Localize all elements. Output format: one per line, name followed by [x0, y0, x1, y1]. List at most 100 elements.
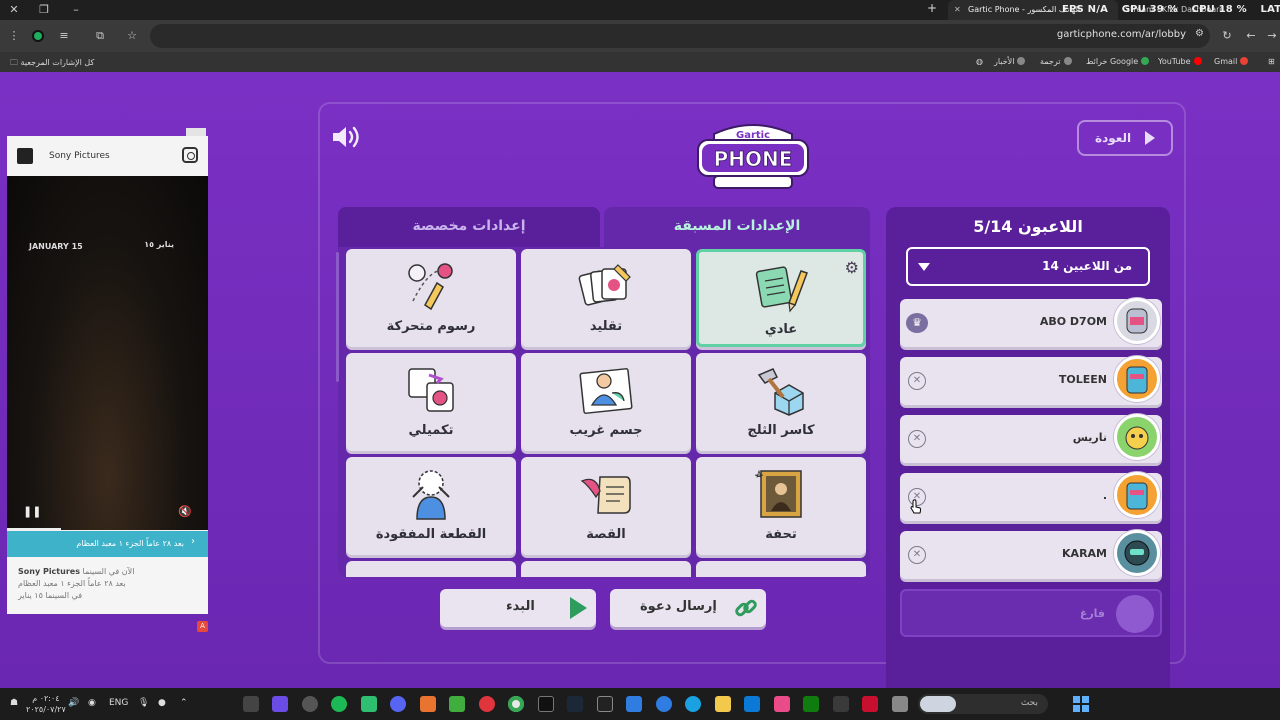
- menu-dots-icon[interactable]: ⋮: [6, 28, 22, 44]
- edge-icon[interactable]: [656, 696, 672, 712]
- taskbar-app-icon[interactable]: [420, 696, 436, 712]
- bookmark-gmail[interactable]: Gmail: [1214, 57, 1249, 66]
- bookmark-all[interactable]: 🗀 كل الإشارات المرجعية: [10, 57, 94, 71]
- kick-player-icon[interactable]: ✕: [908, 372, 926, 390]
- sidebar-ad[interactable]: Sony Pictures JANUARY 15 يناير ١٥ ❚❚ 🔇 ب…: [7, 136, 208, 614]
- notification-icon[interactable]: ☗: [10, 698, 18, 708]
- windows-taskbar: ☗ ٠٢:٠٤ م ٢٠٢٥/٠٧/٢٧ 🔊 ◉ ENG 🎙 ● ⌃ بحث: [0, 688, 1280, 720]
- spotify-icon[interactable]: [331, 696, 347, 712]
- discord-icon[interactable]: [390, 696, 406, 712]
- mode-grid-scrollbar[interactable]: [336, 252, 339, 382]
- player-avatar: [1114, 472, 1160, 518]
- steam-icon[interactable]: [567, 696, 583, 712]
- ad-cta-bar[interactable]: بعد ٢٨ عاماً الجزء ١ معبد العظام ›: [7, 531, 208, 557]
- back-button[interactable]: العودة: [1077, 120, 1173, 156]
- apps-grid-icon[interactable]: ⊞: [1268, 57, 1275, 66]
- tab-custom-settings[interactable]: إعدادات مخصصة: [338, 207, 600, 247]
- player-name: .: [1102, 489, 1107, 502]
- taskbar-app-icon[interactable]: [892, 696, 908, 712]
- new-tab-icon[interactable]: +: [927, 1, 937, 15]
- taskbar-app-icon[interactable]: [626, 696, 642, 712]
- instagram-icon[interactable]: [182, 147, 198, 163]
- taskbar-search[interactable]: بحث: [918, 694, 1048, 714]
- epic-games-icon[interactable]: [597, 696, 613, 712]
- xbox-icon[interactable]: [803, 696, 819, 712]
- bookmark-youtube[interactable]: YouTube: [1158, 57, 1202, 66]
- address-bar[interactable]: garticphone.com/ar/lobby ⚙: [150, 24, 1210, 48]
- close-tab-icon[interactable]: ✕: [954, 0, 961, 20]
- player-count-dropdown[interactable]: 14 من اللاعبين: [906, 247, 1150, 286]
- taskbar-app-icon[interactable]: [449, 696, 465, 712]
- taskbar-app-icon[interactable]: [774, 696, 790, 712]
- stream-status-icon[interactable]: ●: [158, 698, 166, 708]
- bookmarks-bar: 🗀 كل الإشارات المرجعية Gmail YouTube خرا…: [0, 52, 1280, 72]
- network-icon[interactable]: ◉: [88, 698, 96, 708]
- mode-label-animation: رسوم متحركة: [386, 319, 476, 334]
- mode-card-normal[interactable]: ⚙ عادي: [696, 249, 866, 347]
- back-arrow-icon[interactable]: ←: [1243, 28, 1259, 44]
- kick-player-icon[interactable]: ✕: [908, 546, 926, 564]
- site-settings-icon[interactable]: ⚙: [1195, 28, 1204, 39]
- ad-video[interactable]: JANUARY 15 يناير ١٥ ❚❚ 🔇: [7, 176, 208, 530]
- kick-player-icon[interactable]: ✕: [908, 430, 926, 448]
- empty-avatar-icon: [1116, 595, 1154, 633]
- start-button[interactable]: البدء: [440, 589, 596, 627]
- mode-card-imitation[interactable]: تقليد: [521, 249, 691, 347]
- show-hidden-icons-icon[interactable]: ⌃: [180, 698, 188, 708]
- chrome-icon[interactable]: [508, 696, 524, 712]
- game-page: Sony Pictures JANUARY 15 يناير ١٥ ❚❚ 🔇 ب…: [0, 72, 1280, 688]
- adchoices-icon[interactable]: A: [197, 621, 208, 632]
- taskbar-app-icon[interactable]: [833, 696, 849, 712]
- taskbar-app-icon[interactable]: [361, 696, 377, 712]
- taskbar-app-icon[interactable]: [538, 696, 554, 712]
- taskbar-app-icon[interactable]: [862, 696, 878, 712]
- volume-icon[interactable]: 🔊: [68, 698, 79, 708]
- forward-arrow-icon[interactable]: →: [1264, 28, 1280, 44]
- mode-card-partial[interactable]: [696, 561, 866, 577]
- speaker-icon[interactable]: [331, 124, 363, 150]
- tab-presets[interactable]: الإعدادات المسبقة: [604, 207, 870, 247]
- minimize-window-icon[interactable]: –: [68, 2, 84, 18]
- caret-down-icon: [918, 263, 930, 271]
- taskbar-app-icon[interactable]: [479, 696, 495, 712]
- gear-icon[interactable]: ⚙: [845, 258, 859, 277]
- mode-label-complement: تكميلي: [408, 423, 454, 438]
- taskbar-app-icon[interactable]: [685, 696, 701, 712]
- language-indicator[interactable]: ENG: [109, 698, 128, 708]
- taskbar-app-icon[interactable]: [744, 696, 760, 712]
- globe-icon[interactable]: ◍: [976, 57, 983, 66]
- mode-card-partial[interactable]: [521, 561, 691, 577]
- mode-card-complement[interactable]: تكميلي: [346, 353, 516, 451]
- mode-card-animation[interactable]: رسوم متحركة: [346, 249, 516, 347]
- logo-main-text: PHONE: [714, 147, 793, 171]
- taskbar-clock[interactable]: ٠٢:٠٤ م ٢٠٢٥/٠٧/٢٧: [26, 693, 66, 715]
- windows-start-icon[interactable]: [1073, 696, 1089, 712]
- mode-card-weird-body[interactable]: جسم غريب: [521, 353, 691, 451]
- ad-video-date-ar: يناير ١٥: [144, 240, 174, 249]
- bookmark-translate[interactable]: ترجمة: [1040, 57, 1072, 66]
- extensions-puzzle-icon[interactable]: ⧉: [92, 28, 108, 44]
- mode-card-icebreaker[interactable]: كاسر الثلج: [696, 353, 866, 451]
- mode-card-partial[interactable]: [346, 561, 516, 577]
- pause-icon[interactable]: ❚❚: [23, 505, 41, 518]
- mode-card-masterpiece[interactable]: تحفة: [696, 457, 866, 555]
- bookmark-star-icon[interactable]: ☆: [124, 28, 140, 44]
- taskbar-app-icon[interactable]: [272, 696, 288, 712]
- bookmark-maps[interactable]: خرائط Google: [1086, 57, 1150, 66]
- mute-icon[interactable]: 🔇: [178, 505, 192, 518]
- taskbar-app-icon[interactable]: [302, 696, 318, 712]
- file-explorer-icon[interactable]: [715, 696, 731, 712]
- reload-icon[interactable]: ↻: [1219, 28, 1235, 44]
- restore-window-icon[interactable]: ❐: [36, 2, 52, 18]
- taskbar-app-icon[interactable]: [243, 696, 259, 712]
- microphone-icon[interactable]: 🎙: [138, 698, 149, 708]
- bookmark-news[interactable]: الأخبار: [994, 57, 1026, 66]
- play-arrow-icon: [1145, 131, 1155, 145]
- close-window-icon[interactable]: ✕: [6, 2, 22, 18]
- media-controls-icon[interactable]: ≡: [56, 28, 72, 44]
- extension-icon[interactable]: [30, 28, 46, 44]
- invite-button[interactable]: إرسال دعوة: [610, 589, 766, 627]
- url-text: garticphone.com/ar/lobby: [1056, 29, 1186, 40]
- mode-card-story[interactable]: القصة: [521, 457, 691, 555]
- mode-card-missing-piece[interactable]: القطعة المفقودة: [346, 457, 516, 555]
